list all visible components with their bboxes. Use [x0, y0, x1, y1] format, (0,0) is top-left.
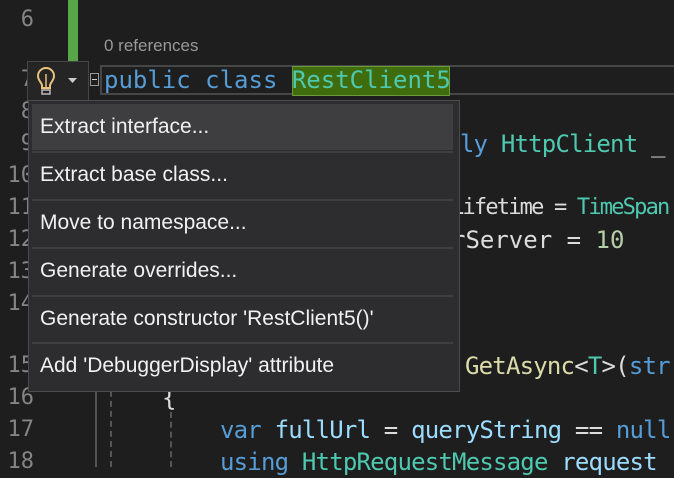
collapse-toggle[interactable] [90, 73, 99, 86]
line-number: 18 [7, 449, 35, 474]
identifier: fullUrl [274, 416, 371, 444]
code-line-11[interactable]: Lifetime = TimeSpan [451, 192, 670, 224]
code-text: < [574, 352, 588, 380]
menu-item-extract-interface[interactable]: Extract interface... [32, 104, 453, 150]
code-line-7[interactable]: public class RestClient5 [104, 64, 451, 96]
keyword: str [628, 352, 671, 380]
code-line-15[interactable]: GetAsync<T>(str [465, 350, 671, 382]
code-text: _ [637, 130, 665, 158]
number: 10 [595, 226, 625, 254]
code-line-17[interactable]: var fullUrl = queryString == null [220, 414, 671, 446]
keyword: using [220, 448, 289, 476]
indent-guide [170, 412, 172, 467]
codelens-references[interactable]: 0 references [104, 36, 199, 56]
type-param: T [587, 352, 602, 380]
keyword: var [220, 416, 262, 444]
menu-item-move-to-namespace[interactable]: Move to namespace... [32, 200, 453, 246]
identifier: rServer [451, 226, 553, 254]
lightbulb-button[interactable] [27, 61, 89, 101]
code-text: >( [601, 352, 630, 380]
identifier: queryString [411, 416, 562, 444]
code-line-12[interactable]: rServer = 10 [451, 224, 624, 256]
operator: == [561, 416, 616, 444]
operator: = [542, 195, 577, 220]
type-name: TimeSpan [576, 195, 670, 220]
quick-actions-menu: Extract interface... Extract base class.… [28, 100, 460, 392]
menu-item-generate-overrides[interactable]: Generate overrides... [32, 248, 453, 294]
line-number: 6 [20, 7, 34, 32]
type-name: HttpRequestMessage [301, 448, 548, 476]
identifier: request [561, 448, 657, 476]
change-indicator-bar [68, 0, 78, 62]
menu-item-generate-constructor[interactable]: Generate constructor 'RestClient5()' [32, 296, 453, 342]
menu-item-add-debugger-display[interactable]: Add 'DebuggerDisplay' attribute [32, 343, 453, 389]
class-name: RestClient5 [291, 66, 451, 94]
identifier: Lifetime [451, 195, 544, 220]
keyword: class [205, 66, 278, 94]
chevron-down-icon[interactable] [68, 77, 78, 85]
keyword: public [104, 66, 191, 94]
line-number: 17 [7, 417, 35, 442]
keyword: null [615, 416, 671, 444]
code-line-18[interactable]: using HttpRequestMessage request [220, 446, 658, 478]
operator: = [552, 226, 596, 254]
method-name: GetAsync [465, 352, 575, 380]
operator: = [370, 416, 412, 444]
type-name: HttpClient [500, 130, 638, 158]
lightbulb-icon [36, 66, 56, 95]
menu-item-extract-base-class[interactable]: Extract base class... [32, 152, 453, 198]
